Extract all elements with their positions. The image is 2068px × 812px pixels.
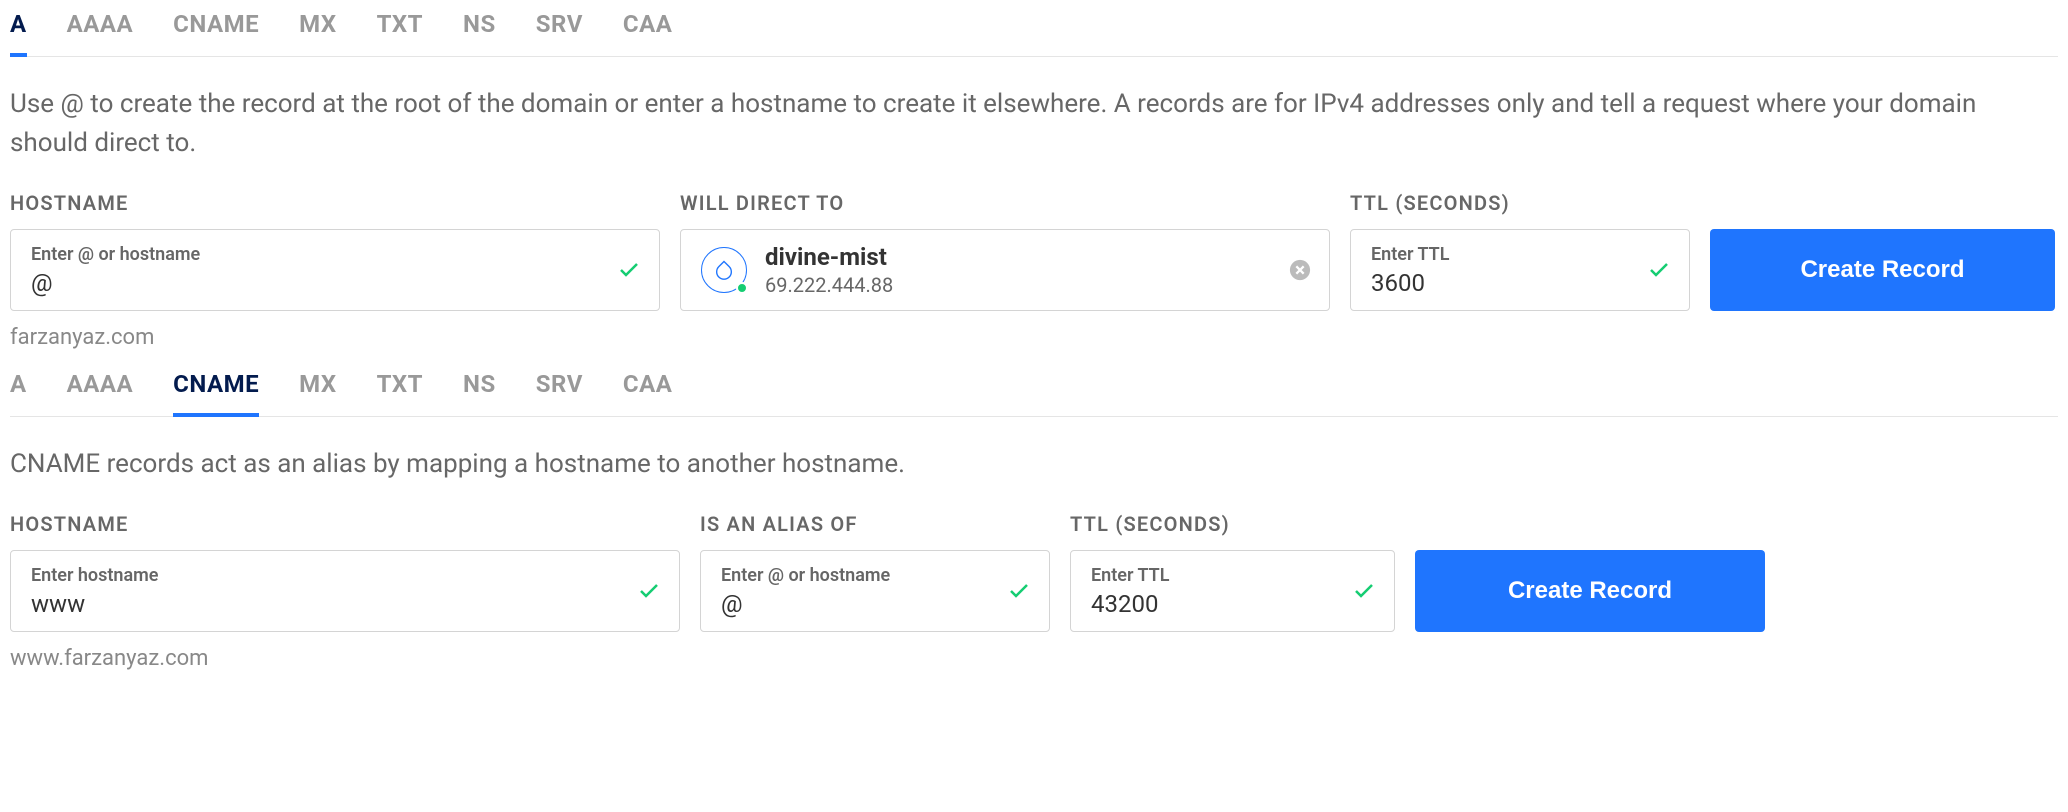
check-icon	[1647, 258, 1671, 282]
ttl-input[interactable]: Enter TTL 3600	[1350, 229, 1690, 311]
tab-a[interactable]: A	[10, 370, 27, 416]
alias-label: IS AN ALIAS OF	[700, 512, 1050, 536]
tab-ns[interactable]: NS	[463, 10, 496, 56]
hostname-input[interactable]: Enter @ or hostname @	[10, 229, 660, 311]
ttl-value: 3600	[1371, 269, 1639, 297]
hostname-value: www	[31, 590, 629, 618]
hostname-helper: farzanyaz.com	[10, 325, 2058, 350]
a-record-section: A AAAA CNAME MX TXT NS SRV CAA Use @ to …	[10, 10, 2058, 350]
droplet-icon	[701, 247, 747, 293]
ttl-placeholder: Enter TTL	[1371, 244, 1639, 265]
direct-to-input[interactable]: divine-mist 69.222.444.88	[680, 229, 1330, 311]
tab-aaaa[interactable]: AAAA	[67, 10, 134, 56]
create-record-button[interactable]: Create Record	[1415, 550, 1765, 632]
status-dot-icon	[736, 282, 748, 294]
tab-caa[interactable]: CAA	[623, 10, 672, 56]
alias-placeholder: Enter @ or hostname	[721, 565, 999, 586]
tab-txt[interactable]: TXT	[377, 10, 423, 56]
check-icon	[1352, 579, 1376, 603]
hostname-label: HOSTNAME	[10, 512, 680, 536]
cname-record-section: A AAAA CNAME MX TXT NS SRV CAA CNAME rec…	[10, 370, 2058, 671]
record-description: CNAME records act as an alias by mapping…	[10, 445, 2050, 484]
tab-caa[interactable]: CAA	[623, 370, 672, 416]
tab-a[interactable]: A	[10, 10, 27, 56]
check-icon	[1007, 579, 1031, 603]
tab-txt[interactable]: TXT	[377, 370, 423, 416]
ttl-placeholder: Enter TTL	[1091, 565, 1344, 586]
hostname-field-group: HOSTNAME Enter @ or hostname @	[10, 191, 660, 311]
ttl-label: TTL (SECONDS)	[1350, 191, 1690, 215]
hostname-label: HOSTNAME	[10, 191, 660, 215]
tab-srv[interactable]: SRV	[536, 370, 583, 416]
record-description: Use @ to create the record at the root o…	[10, 85, 2050, 163]
clear-icon[interactable]	[1289, 259, 1311, 281]
tab-srv[interactable]: SRV	[536, 10, 583, 56]
tab-ns[interactable]: NS	[463, 370, 496, 416]
ttl-value: 43200	[1091, 590, 1344, 618]
create-record-button[interactable]: Create Record	[1710, 229, 2055, 311]
resource-ip: 69.222.444.88	[765, 273, 893, 297]
check-icon	[617, 258, 641, 282]
hostname-input[interactable]: Enter hostname www	[10, 550, 680, 632]
alias-field-group: IS AN ALIAS OF Enter @ or hostname @	[700, 512, 1050, 632]
tab-cname[interactable]: CNAME	[173, 10, 259, 56]
resource-item: divine-mist 69.222.444.88	[701, 243, 893, 297]
ttl-input[interactable]: Enter TTL 43200	[1070, 550, 1395, 632]
alias-value: @	[721, 590, 999, 618]
a-record-fields: HOSTNAME Enter @ or hostname @ WILL DIRE…	[10, 191, 2058, 311]
alias-input[interactable]: Enter @ or hostname @	[700, 550, 1050, 632]
tab-aaaa[interactable]: AAAA	[67, 370, 134, 416]
hostname-placeholder: Enter hostname	[31, 565, 629, 586]
ttl-label: TTL (SECONDS)	[1070, 512, 1395, 536]
tab-mx[interactable]: MX	[299, 10, 336, 56]
hostname-placeholder: Enter @ or hostname	[31, 244, 609, 265]
direct-to-label: WILL DIRECT TO	[680, 191, 1330, 215]
ttl-field-group: TTL (SECONDS) Enter TTL 3600	[1350, 191, 1690, 311]
check-icon	[637, 579, 661, 603]
record-type-tabs-2: A AAAA CNAME MX TXT NS SRV CAA	[10, 370, 2058, 417]
resource-name: divine-mist	[765, 243, 893, 271]
hostname-value: @	[31, 269, 609, 297]
hostname-field-group: HOSTNAME Enter hostname www	[10, 512, 680, 632]
hostname-helper: www.farzanyaz.com	[10, 646, 2058, 671]
tab-cname[interactable]: CNAME	[173, 370, 259, 416]
direct-to-field-group: WILL DIRECT TO divine-mist 69.222.444.88	[680, 191, 1330, 311]
record-type-tabs-1: A AAAA CNAME MX TXT NS SRV CAA	[10, 10, 2058, 57]
ttl-field-group: TTL (SECONDS) Enter TTL 43200	[1070, 512, 1395, 632]
tab-mx[interactable]: MX	[299, 370, 336, 416]
cname-record-fields: HOSTNAME Enter hostname www IS AN ALIAS …	[10, 512, 2058, 632]
